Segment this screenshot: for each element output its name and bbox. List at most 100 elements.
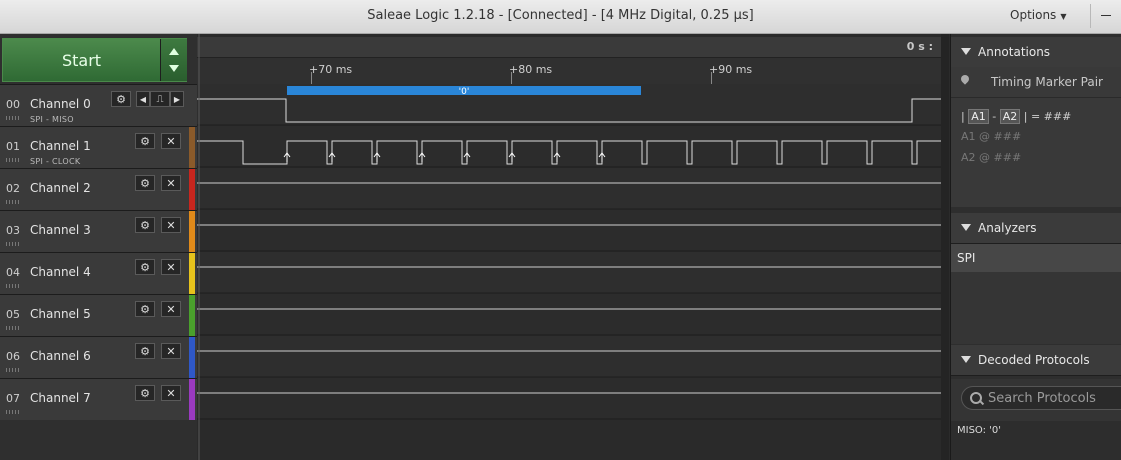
close-icon: ✕ <box>166 260 176 274</box>
close-icon: ✕ <box>166 134 176 148</box>
channel-settings-button[interactable]: ⚙ <box>135 133 155 149</box>
waveform-row-bg <box>197 378 941 419</box>
waveform-row-bg <box>197 126 941 167</box>
channel-row[interactable]: 07 Channel 7 ⚙ ✕ <box>0 378 197 420</box>
decoded-protocols-title: Decoded Protocols <box>978 353 1090 367</box>
drag-handle-icon[interactable] <box>6 326 20 330</box>
side-panel: Annotations Timing Marker Pair | A1 - A2… <box>950 34 1121 460</box>
start-options-toggle[interactable] <box>161 39 187 81</box>
channel-number: 06 <box>6 350 20 363</box>
channel-row[interactable]: 02 Channel 2 ⚙ ✕ <box>0 168 197 210</box>
protocol-results: MISO: '0' <box>951 421 1121 460</box>
channel-name[interactable]: Channel 7 <box>30 391 91 405</box>
title-bar: Saleae Logic 1.2.18 - [Connected] - [4 M… <box>0 0 1121 34</box>
channel-close-button[interactable]: ✕ <box>161 217 181 233</box>
marker-a2-tag[interactable]: A2 <box>999 109 1021 124</box>
formula-bar: | <box>961 110 965 123</box>
channel-row[interactable]: 01 Channel 1 SPI - CLOCK ⚙ ✕ <box>0 126 197 168</box>
options-menu-button[interactable]: Options ▼ <box>1010 8 1066 22</box>
channel-settings-button[interactable]: ⚙ <box>111 91 131 107</box>
formula-result: | = ### <box>1023 110 1072 123</box>
decoded-protocols-header[interactable]: Decoded Protocols <box>951 345 1121 376</box>
drag-handle-icon[interactable] <box>6 410 20 414</box>
waveform-row-bg <box>197 210 941 251</box>
prev-edge-button[interactable]: ◀ <box>136 91 150 107</box>
marker-formula: | A1 - A2 | = ### <box>961 109 1071 124</box>
gear-icon: ⚙ <box>140 134 150 148</box>
channel-row[interactable]: 04 Channel 4 ⚙ ✕ <box>0 252 197 294</box>
channel-color-strip <box>189 253 195 294</box>
channel-close-button[interactable]: ✕ <box>161 133 181 149</box>
waveform-row-bg <box>197 168 941 209</box>
channel-name[interactable]: Channel 3 <box>30 223 91 237</box>
gear-icon: ⚙ <box>140 302 150 316</box>
channel-number: 01 <box>6 140 20 153</box>
analyzers-list: SPI <box>951 244 1121 344</box>
channel-settings-button[interactable]: ⚙ <box>135 175 155 191</box>
channel-name[interactable]: Channel 6 <box>30 349 91 363</box>
drag-handle-icon[interactable] <box>6 200 20 204</box>
channel-settings-button[interactable]: ⚙ <box>135 385 155 401</box>
next-edge-button[interactable]: ▶ <box>170 91 184 107</box>
waveform-area[interactable]: 0 s : +70 ms +80 ms +90 ms '0' <box>197 34 949 460</box>
channel-name[interactable]: Channel 2 <box>30 181 91 195</box>
minimize-button[interactable] <box>1098 6 1114 24</box>
marker-a1-value: A1 @ ### <box>961 130 1022 143</box>
marker-a1-tag[interactable]: A1 <box>968 109 989 124</box>
channel-name[interactable]: Channel 1 <box>30 139 91 153</box>
channel-row[interactable]: 06 Channel 6 ⚙ ✕ <box>0 336 197 378</box>
collapse-triangle-icon <box>961 48 971 55</box>
channel-close-button[interactable]: ✕ <box>161 301 181 317</box>
protocol-result-row[interactable]: MISO: '0' <box>957 425 1001 436</box>
drag-handle-icon[interactable] <box>6 284 20 288</box>
annotations-header[interactable]: Annotations <box>951 37 1121 68</box>
channel-close-button[interactable]: ✕ <box>161 259 181 275</box>
channel-close-button[interactable]: ✕ <box>161 385 181 401</box>
options-label: Options <box>1010 8 1057 22</box>
channel-color-strip <box>189 379 195 420</box>
channel-color-strip <box>189 127 195 168</box>
protocol-search-input[interactable] <box>988 391 1121 406</box>
channel-number: 07 <box>6 392 20 405</box>
window-title: Saleae Logic 1.2.18 - [Connected] - [4 M… <box>367 8 754 23</box>
channel-name[interactable]: Channel 5 <box>30 307 91 321</box>
analyzers-header[interactable]: Analyzers <box>951 213 1121 244</box>
channel-settings-button[interactable]: ⚙ <box>135 259 155 275</box>
drag-handle-icon[interactable] <box>6 368 20 372</box>
channel-settings-button[interactable]: ⚙ <box>135 301 155 317</box>
channel-settings-button[interactable]: ⚙ <box>135 343 155 359</box>
channel-row[interactable]: 05 Channel 5 ⚙ ✕ <box>0 294 197 336</box>
drag-handle-icon[interactable] <box>6 242 20 246</box>
waveform-row-bg <box>197 294 941 335</box>
drag-handle-icon[interactable] <box>6 116 20 120</box>
close-icon: ✕ <box>166 302 176 316</box>
pulse-icon: ⎍ <box>156 93 164 105</box>
timing-marker-pair[interactable]: Timing Marker Pair <box>991 75 1103 89</box>
gear-icon: ⚙ <box>140 344 150 358</box>
channel-color-strip <box>189 337 195 378</box>
marker-pin-icon[interactable] <box>959 73 971 85</box>
channel-color-strip <box>189 169 195 210</box>
decoded-data-label: '0' <box>459 87 470 97</box>
protocol-search-box[interactable] <box>961 386 1121 410</box>
channel-name[interactable]: Channel 0 <box>30 97 91 111</box>
channel-close-button[interactable]: ✕ <box>161 343 181 359</box>
trigger-pulse-button[interactable]: ⎍ <box>150 91 170 107</box>
analyzer-item-spi[interactable]: SPI <box>951 244 1121 272</box>
channel-number: 05 <box>6 308 20 321</box>
channel-settings-button[interactable]: ⚙ <box>135 217 155 233</box>
channel-row[interactable]: 03 Channel 3 ⚙ ✕ <box>0 210 197 252</box>
divider <box>951 97 1121 98</box>
waveform-row-bg <box>197 252 941 293</box>
start-button[interactable]: Start <box>3 39 160 81</box>
channel-name[interactable]: Channel 4 <box>30 265 91 279</box>
channel-color-strip <box>189 211 195 252</box>
channel-row[interactable]: 00 Channel 0 SPI - MISO ⚙ ◀ ⎍ ▶ <box>0 84 197 126</box>
chevron-down-icon: ▼ <box>1060 12 1067 21</box>
collapse-triangle-icon <box>961 356 971 363</box>
gear-icon: ⚙ <box>140 386 150 400</box>
drag-handle-icon[interactable] <box>6 158 20 162</box>
channel-close-button[interactable]: ✕ <box>161 175 181 191</box>
channel-number: 00 <box>6 98 20 111</box>
close-icon: ✕ <box>166 218 176 232</box>
